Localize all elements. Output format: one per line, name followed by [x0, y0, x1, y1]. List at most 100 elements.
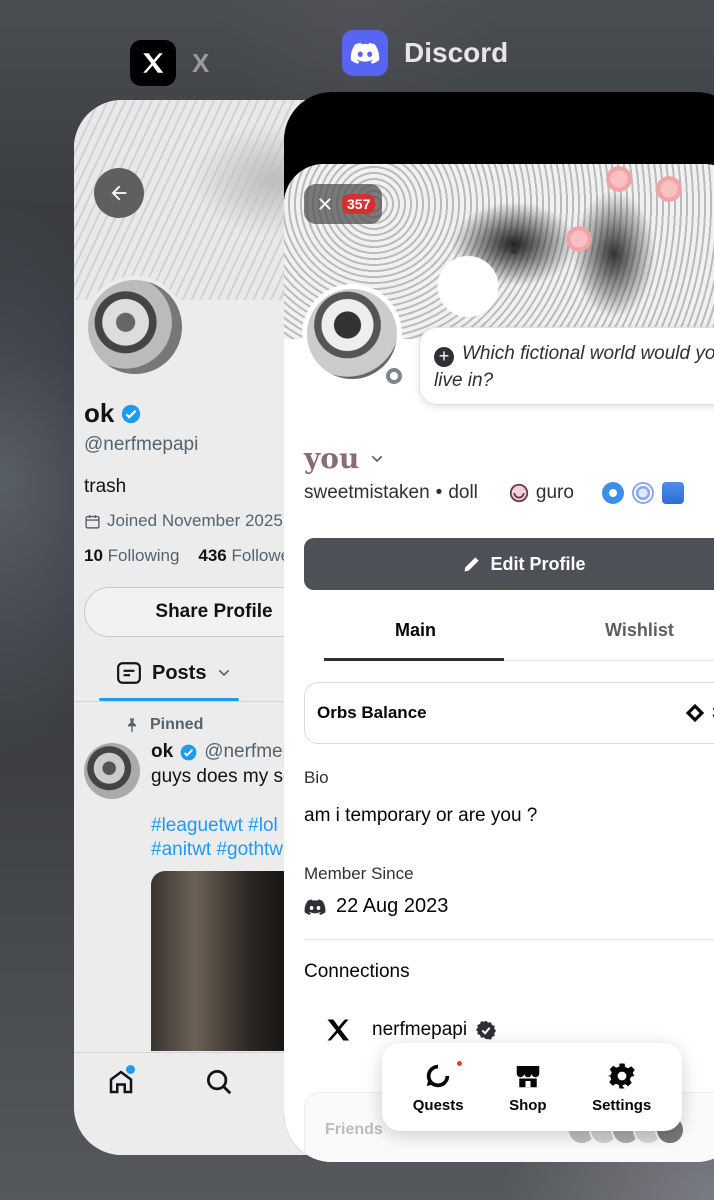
calendar-icon	[85, 514, 100, 529]
connections-label: Connections	[304, 961, 410, 982]
verified-badge-icon	[180, 744, 197, 760]
server-tag-icon	[509, 483, 529, 503]
member-since-label: Member Since	[304, 864, 414, 883]
x-logo-icon	[327, 1019, 350, 1041]
search-nav-button[interactable]	[204, 1067, 234, 1102]
add-icon: +	[434, 346, 454, 367]
bio-label: Bio	[304, 768, 329, 787]
x-logo-icon	[130, 40, 176, 86]
quests-nav-button[interactable]: Quests	[412, 1058, 464, 1114]
x-bio: trash	[84, 476, 127, 497]
x-display-name-text: ok	[84, 398, 115, 428]
search-icon	[207, 1070, 232, 1095]
friends-label: Friends	[325, 1121, 383, 1138]
notification-dot	[454, 1058, 464, 1068]
username: sweetmistaken	[304, 482, 430, 503]
gear-icon	[606, 1063, 635, 1088]
discord-app-card[interactable]: 357 + Which fictional world would you liv…	[284, 92, 714, 1162]
orbs-balance-card[interactable]: Orbs Balance 35	[304, 682, 714, 744]
quests-icon	[426, 1064, 450, 1087]
x-app-name: X	[192, 47, 210, 78]
pin-icon	[128, 718, 136, 733]
tab-posts-label: Posts	[152, 661, 207, 684]
x-app-label[interactable]: X	[130, 40, 209, 86]
pencil-icon	[464, 557, 480, 572]
discord-app-label[interactable]: Discord	[342, 30, 508, 76]
pinned-text: Pinned	[150, 716, 204, 733]
orbs-label: Orbs Balance	[317, 703, 427, 722]
status-indicator	[382, 364, 406, 388]
connection-x-name: nerfmepapi	[372, 1019, 468, 1040]
verified-badge-icon	[475, 1020, 497, 1040]
tab-posts[interactable]: Posts	[116, 660, 232, 686]
display-name-text: you	[304, 442, 360, 475]
discord-logo-icon	[304, 898, 326, 915]
post-text: guys does my se	[151, 766, 294, 787]
posts-icon	[117, 662, 141, 684]
post-hashtags: #leaguetwt #lol #anitwt #gothtw	[151, 814, 283, 862]
shop-nav-button[interactable]: Shop	[509, 1061, 547, 1114]
chevron-down-icon	[219, 669, 230, 677]
notification-dot	[126, 1065, 135, 1074]
back-button[interactable]	[94, 168, 144, 218]
x-display-name: ok	[84, 398, 142, 429]
followers-count: 436	[198, 546, 227, 565]
settings-nav-button[interactable]: Settings	[592, 1061, 651, 1114]
pronouns: doll	[448, 482, 478, 503]
verified-badge-icon	[122, 404, 141, 423]
orbs-value: 35	[684, 702, 714, 724]
x-joined-text: Joined November 2025	[107, 511, 283, 530]
post-handle: @nerfmep	[204, 741, 294, 762]
flower-decoration	[654, 174, 684, 204]
nitro-badge-icon[interactable]	[632, 482, 654, 504]
post-avatar[interactable]	[84, 743, 140, 799]
x-profile-avatar[interactable]	[84, 276, 186, 378]
member-since-date: 22 Aug 2023	[336, 895, 449, 917]
hypesquad-badge-icon[interactable]	[602, 482, 624, 504]
arrow-left-icon	[111, 185, 127, 201]
x-following-link[interactable]: 10 Following	[84, 546, 179, 565]
hashtags-line-1[interactable]: #leaguetwt #lol	[151, 814, 283, 838]
pinned-label: Pinned	[124, 716, 203, 734]
x-handle: @nerfmepapi	[84, 434, 199, 455]
shop-label: Shop	[509, 1096, 547, 1114]
settings-label: Settings	[592, 1096, 652, 1114]
username-line: sweetmistaken • doll guro	[304, 482, 574, 504]
notification-count-badge: 357	[342, 194, 376, 214]
bio-text: am i temporary or are you ?	[304, 805, 538, 826]
edit-profile-button[interactable]: Edit Profile	[304, 538, 714, 590]
discord-bottom-nav: Quests Shop Settings	[382, 1043, 682, 1131]
separator-dot: •	[435, 482, 443, 503]
server-tag[interactable]: guro	[536, 482, 574, 504]
post-author[interactable]: ok	[151, 741, 173, 763]
close-icon	[319, 198, 331, 210]
tab-wishlist[interactable]: Wishlist	[605, 620, 674, 641]
note-prompt-text: Which fictional world would you live in?	[434, 343, 714, 391]
x-follow-stats: 10 Following 436 Followers	[84, 546, 304, 566]
chevron-down-icon	[372, 455, 383, 462]
tab-underline	[324, 658, 504, 661]
profile-note-bubble[interactable]: + Which fictional world would you live in…	[419, 327, 714, 405]
flower-decoration	[604, 164, 634, 194]
gift-badge-icon[interactable]	[662, 482, 684, 504]
close-button[interactable]: 357	[304, 184, 382, 224]
x-joined-date: Joined November 2025	[84, 511, 283, 531]
shop-icon	[516, 1065, 540, 1087]
following-count: 10	[84, 546, 103, 565]
profile-badges	[602, 482, 684, 504]
edit-profile-label: Edit Profile	[490, 553, 586, 574]
hashtags-line-2[interactable]: #anitwt #gothtw	[151, 838, 283, 862]
display-name-button[interactable]: you	[304, 442, 385, 475]
orb-icon	[685, 703, 705, 723]
discord-logo-icon	[342, 30, 388, 76]
section-divider	[304, 939, 714, 940]
quests-label: Quests	[412, 1096, 464, 1114]
connection-x[interactable]: nerfmepapi	[324, 1016, 497, 1044]
discord-app-name: Discord	[404, 37, 509, 68]
discord-profile-sheet: 357 + Which fictional world would you liv…	[284, 164, 714, 1162]
post-header: ok @nerfmep	[151, 741, 293, 763]
offline-status-icon	[386, 368, 402, 384]
following-label: Following	[107, 546, 180, 565]
member-since-row: 22 Aug 2023	[304, 895, 448, 918]
tab-main[interactable]: Main	[395, 620, 436, 641]
